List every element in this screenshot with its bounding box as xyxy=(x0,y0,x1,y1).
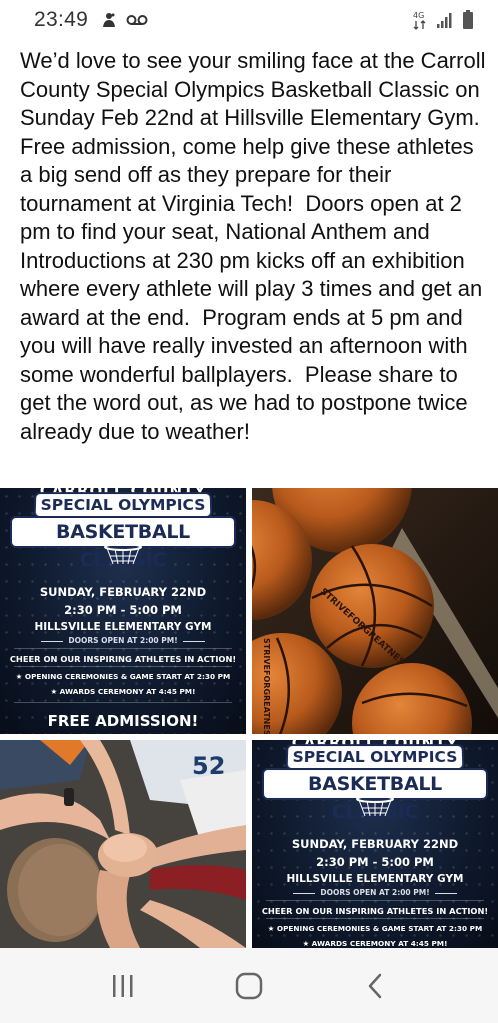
flyer-image-1[interactable]: CARROLL COUNTY SPECIAL OLYMPICS BASKETBA… xyxy=(0,488,246,734)
flyer-opening-2: ★ OPENING CEREMONIES & GAME START AT 2:3… xyxy=(267,924,483,933)
back-icon xyxy=(368,973,382,998)
home-icon xyxy=(235,972,263,999)
flyer-opening: ★ OPENING CEREMONIES & GAME START AT 2:3… xyxy=(15,672,231,681)
flyer-hours: 2:30 PM - 5:00 PM xyxy=(64,603,182,617)
flyer-awards: ★ AWARDS CEREMONY AT 4:45 PM! xyxy=(50,687,196,696)
system-nav-bar xyxy=(0,948,498,1023)
flyer-hours-2: 2:30 PM - 5:00 PM xyxy=(316,855,434,869)
battery-icon xyxy=(463,10,473,29)
post-text: We’d love to see your smiling face at th… xyxy=(20,48,492,444)
flyer-date: SUNDAY, FEBRUARY 22ND xyxy=(39,585,207,599)
huddle-graphic: 52 xyxy=(0,740,246,948)
basketballs-graphic: STRIVEFORGREATNESS STRIVEFORGREATNESS xyxy=(252,488,498,734)
status-icons-right: 4G xyxy=(412,9,474,31)
flyer-doors: DOORS OPEN AT 2:00 PM! xyxy=(0,636,246,645)
basketballs-photo[interactable]: STRIVEFORGREATNESS STRIVEFORGREATNESS xyxy=(252,488,498,734)
flyer-free-admission: FREE ADMISSION! xyxy=(47,712,199,730)
flyer-doors-2: DOORS OPEN AT 2:00 PM! xyxy=(252,888,498,897)
flyer-graphic: CARROLL COUNTY SPECIAL OLYMPICS BASKETBA… xyxy=(0,488,246,734)
signal-icon xyxy=(437,13,452,28)
back-button[interactable] xyxy=(345,956,405,1016)
4g-data-icon: 4G xyxy=(413,11,426,30)
flyer-cheer-2: CHEER ON OUR INSPIRING ATHLETES IN ACTIO… xyxy=(261,906,489,916)
network-label: 4G xyxy=(413,11,424,20)
flyer-venue: HILLSVILLE ELEMENTARY GYM xyxy=(34,621,212,633)
flyer-awards-2: ★ AWARDS CEREMONY AT 4:45 PM! xyxy=(302,939,448,948)
status-time: 23:49 xyxy=(34,8,89,31)
flyer-special-olympics-2: SPECIAL OLYMPICS xyxy=(287,746,463,769)
flyer-basketball-classic: BASKETBALL CLASSIC xyxy=(12,518,234,571)
team-huddle-photo[interactable]: 52 xyxy=(0,740,246,948)
status-icons-left xyxy=(100,11,148,29)
ball-text-2: STRIVEFORGREATNESS xyxy=(262,638,271,734)
flyer-date-2: SUNDAY, FEBRUARY 22ND xyxy=(291,837,459,851)
basketball-hoop-icon xyxy=(104,544,142,565)
home-button[interactable] xyxy=(219,956,279,1016)
whatsapp-style-icon xyxy=(103,13,116,27)
flyer-basketball-classic-2: BASKETBALL CLASSIC xyxy=(264,770,486,823)
flyer-graphic-2: CARROLL COUNTY SPECIAL OLYMPICS BASKETBA… xyxy=(252,740,498,948)
recent-apps-icon xyxy=(113,974,133,997)
flyer-cheer: CHEER ON OUR INSPIRING ATHLETES IN ACTIO… xyxy=(9,654,237,664)
flyer-special-olympics: SPECIAL OLYMPICS xyxy=(35,494,211,517)
basketball-hoop-icon-2 xyxy=(356,796,394,817)
voicemail-icon xyxy=(126,15,148,25)
flyer-image-2[interactable]: CARROLL COUNTY SPECIAL OLYMPICS BASKETBA… xyxy=(252,740,498,948)
flyer-venue-2: HILLSVILLE ELEMENTARY GYM xyxy=(286,873,464,885)
image-grid: CARROLL COUNTY SPECIAL OLYMPICS BASKETBA… xyxy=(0,488,498,948)
recent-apps-button[interactable] xyxy=(93,956,153,1016)
status-bar: 23:49 4G xyxy=(0,0,498,40)
